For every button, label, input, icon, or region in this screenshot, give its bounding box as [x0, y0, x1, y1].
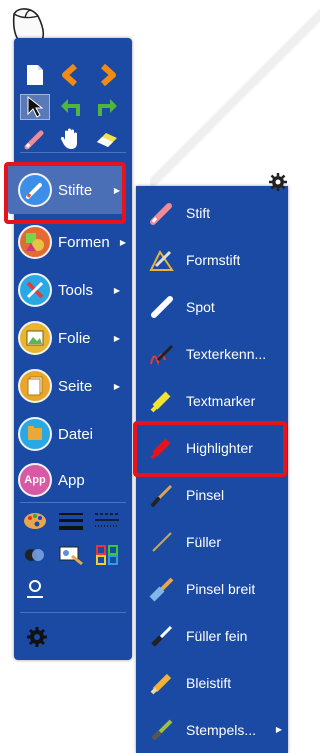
brush-icon	[146, 479, 178, 511]
slide-icon	[18, 321, 52, 355]
submenu-label: Formstift	[186, 251, 241, 268]
text-marker-icon	[146, 385, 178, 417]
settings-gear-icon[interactable]	[22, 624, 52, 650]
menu-item-formen[interactable]: Formen ▶	[18, 220, 128, 264]
menu-item-stifte[interactable]: Stifte ▶	[18, 168, 128, 212]
submenu-item-texterkennung[interactable]: Texterkenn...	[136, 330, 288, 377]
submenu-arrow-icon: ▶	[113, 333, 120, 343]
transparency-icon[interactable]	[20, 542, 50, 568]
menu-item-app[interactable]: App App	[18, 458, 128, 502]
tools-icon	[18, 273, 52, 307]
pens-icon	[18, 173, 52, 207]
pen-tool-icon[interactable]	[20, 126, 50, 152]
select-pointer-icon[interactable]	[20, 94, 50, 120]
submenu-item-textmarker[interactable]: Textmarker	[136, 377, 288, 424]
hand-icon[interactable]	[56, 126, 86, 152]
spot-icon	[146, 291, 178, 323]
submenu-label: Texterkenn...	[186, 345, 267, 362]
fine-fountain-pen-icon	[146, 620, 178, 652]
pens-submenu: Stift Formstift Spot Texterkenn... Textm…	[136, 186, 288, 753]
submenu-item-stempelstift[interactable]: Stempels... ▶	[136, 706, 288, 753]
page-icon	[18, 369, 52, 403]
fountain-pen-icon	[146, 526, 178, 558]
wide-brush-icon	[146, 573, 178, 605]
menu-item-seite[interactable]: Seite ▶	[18, 364, 128, 408]
submenu-arrow-icon: ▶	[119, 237, 126, 247]
menu-label: App	[58, 471, 85, 489]
file-icon	[18, 417, 52, 451]
submenu-item-bleistift[interactable]: Bleistift	[136, 659, 288, 706]
submenu-label: Textmarker	[186, 392, 256, 409]
quick-tools-grid	[20, 62, 126, 152]
submenu-item-stift[interactable]: Stift	[136, 189, 288, 236]
submenu-item-fueller[interactable]: Füller	[136, 518, 288, 565]
eraser-icon[interactable]	[92, 126, 122, 152]
new-page-icon[interactable]	[20, 62, 50, 88]
highlighter-icon	[146, 432, 178, 464]
undo-icon[interactable]	[56, 94, 86, 120]
submenu-label: Highlighter	[186, 439, 253, 456]
submenu-item-fueller-fein[interactable]: Füller fein	[136, 612, 288, 659]
separator	[20, 612, 126, 613]
menu-label: Tools	[58, 281, 94, 299]
submenu-label: Stempels...	[186, 721, 257, 738]
redo-icon[interactable]	[92, 94, 122, 120]
shape-pen-icon	[146, 244, 178, 276]
menu-item-folie[interactable]: Folie ▶	[18, 316, 128, 360]
line-width-icon[interactable]	[56, 508, 86, 534]
stamp-pen-icon	[146, 714, 178, 746]
shapes-icon	[18, 225, 52, 259]
submenu-label: Stift	[186, 204, 211, 221]
submenu-label: Füller	[186, 533, 222, 550]
submenu-arrow-icon: ▶	[113, 381, 120, 391]
submenu-item-pinsel-breit[interactable]: Pinsel breit	[136, 565, 288, 612]
menu-label: Formen	[58, 233, 110, 251]
submenu-label: Füller fein	[186, 627, 248, 644]
submenu-arrow-icon: ▶	[113, 185, 120, 195]
submenu-label: Bleistift	[186, 674, 232, 691]
menu-label: Stifte	[58, 181, 93, 199]
line-style-icon[interactable]	[92, 508, 122, 534]
submenu-arrow-icon: ▶	[113, 285, 120, 295]
submenu-label: Spot	[186, 298, 215, 315]
grid-layout-icon[interactable]	[92, 542, 122, 568]
menu-label: Datei	[58, 425, 94, 443]
menu-item-tools[interactable]: Tools ▶	[18, 268, 128, 312]
screen-capture-icon[interactable]	[56, 542, 86, 568]
submenu-item-highlighter[interactable]: Highlighter	[136, 424, 288, 471]
menu-label: Seite	[58, 377, 93, 395]
menu-label: Folie	[58, 329, 91, 347]
submenu-arrow-icon: ▶	[275, 725, 282, 734]
previous-page-icon[interactable]	[56, 62, 86, 88]
app-icon: App	[18, 463, 52, 497]
pen-icon	[146, 197, 178, 229]
separator	[20, 152, 126, 153]
submenu-item-formstift[interactable]: Formstift	[136, 236, 288, 283]
submenu-label: Pinsel breit	[186, 580, 256, 597]
settings-grid	[20, 508, 126, 602]
user-profile-icon[interactable]	[20, 576, 50, 602]
color-palette-icon[interactable]	[20, 508, 50, 534]
submenu-label: Pinsel	[186, 486, 225, 503]
settings-gear-icon[interactable]	[268, 172, 288, 192]
next-page-icon[interactable]	[92, 62, 122, 88]
main-toolbar: Stifte ▶ Formen ▶ Tools ▶ Folie ▶ Seite …	[8, 38, 132, 660]
separator	[20, 502, 126, 503]
text-recognition-icon	[146, 338, 178, 370]
pencil-icon	[146, 667, 178, 699]
submenu-item-spot[interactable]: Spot	[136, 283, 288, 330]
submenu-item-pinsel[interactable]: Pinsel	[136, 471, 288, 518]
menu-item-datei[interactable]: Datei	[18, 412, 128, 456]
